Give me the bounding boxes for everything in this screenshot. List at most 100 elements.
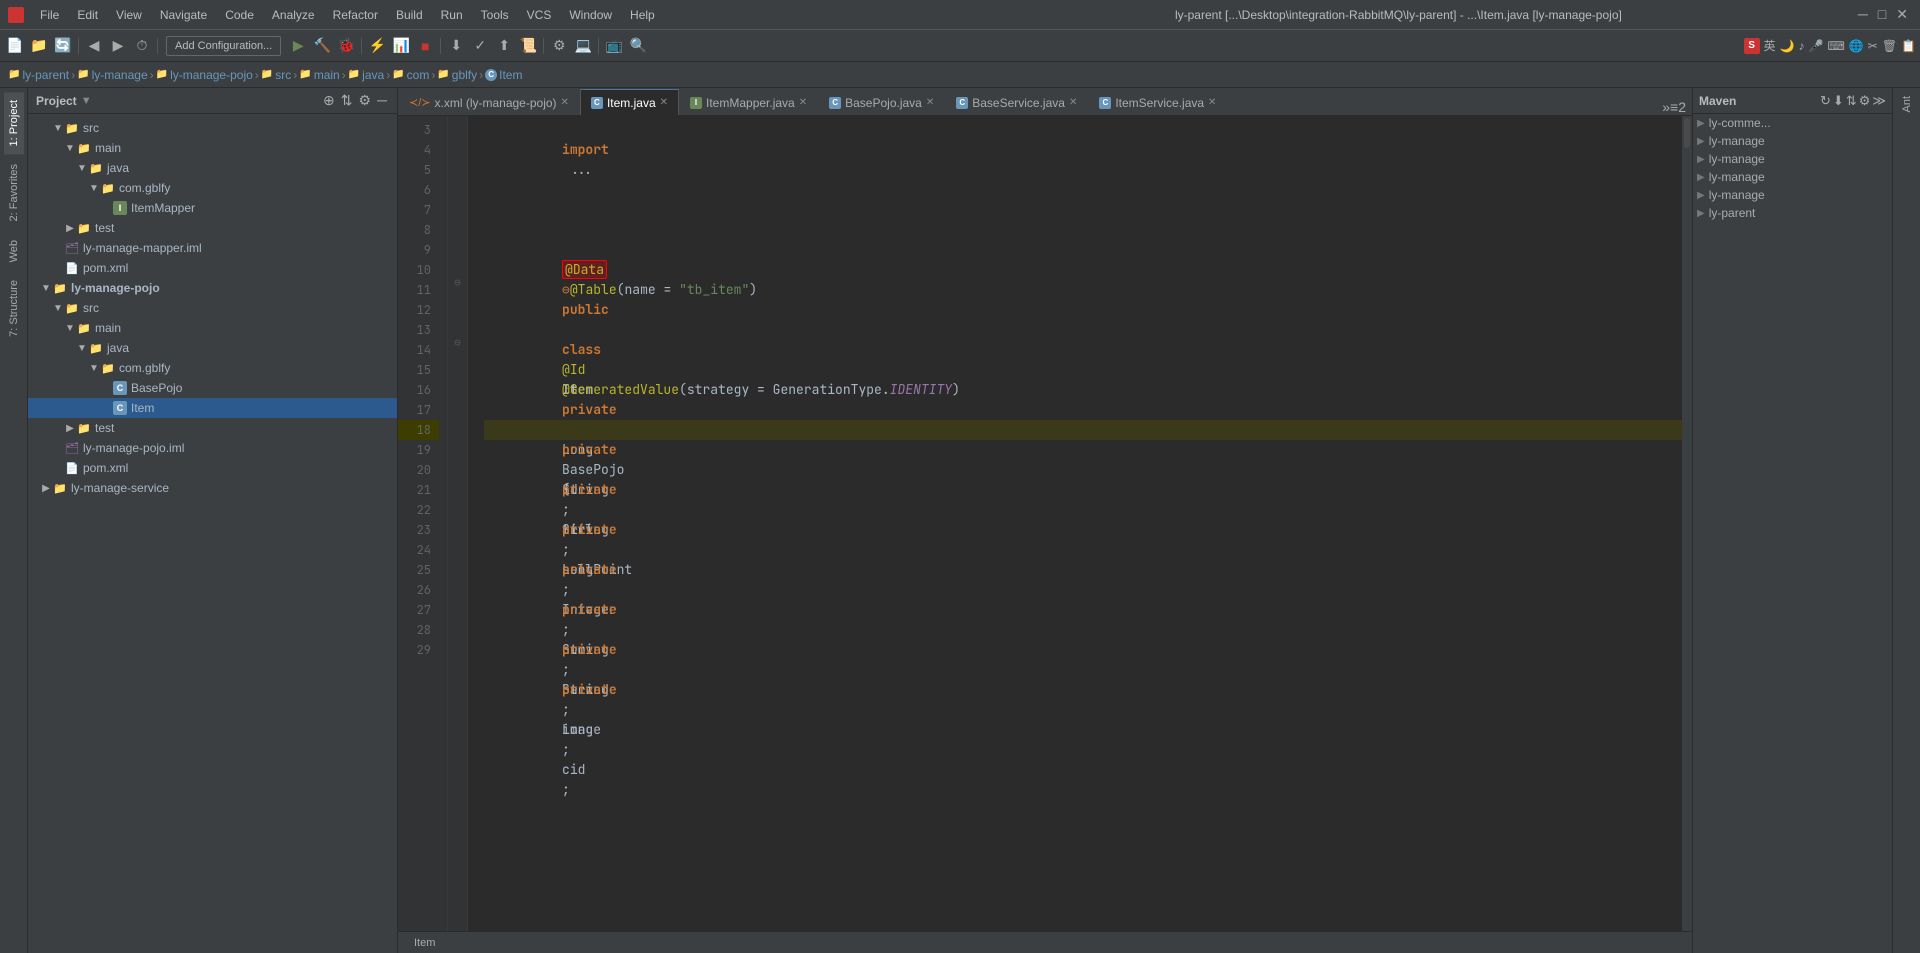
maven-more-icon[interactable]: ≫ bbox=[1872, 93, 1886, 109]
menu-tools[interactable]: Tools bbox=[473, 6, 517, 24]
breadcrumb-item-class[interactable]: C Item bbox=[485, 68, 522, 82]
sync-icon[interactable]: 🔄 bbox=[52, 35, 74, 57]
tab-itemmapper-close[interactable]: ✕ bbox=[799, 97, 807, 108]
editor-scrollbar[interactable] bbox=[1682, 116, 1692, 931]
tree-item-com-pojo[interactable]: ▼ 📁 com.gblfy bbox=[28, 358, 397, 378]
breadcrumb-ly-manage-pojo[interactable]: 📁 ly-manage-pojo bbox=[156, 68, 253, 82]
open-icon[interactable]: 📁 bbox=[28, 35, 50, 57]
maven-item-ly-manage-1[interactable]: ▶ ly-manage bbox=[1693, 132, 1892, 150]
tab-itemmapper[interactable]: I ItemMapper.java ✕ bbox=[679, 89, 818, 115]
tab-item-close[interactable]: ✕ bbox=[660, 97, 668, 108]
maximize-icon[interactable]: □ bbox=[1874, 6, 1890, 23]
maven-item-ly-manage-3[interactable]: ▶ ly-manage bbox=[1693, 168, 1892, 186]
maven-expand-icon[interactable]: ⇅ bbox=[1846, 93, 1857, 109]
panel-locate-icon[interactable]: ⊕ bbox=[321, 92, 337, 109]
run-config-icon[interactable]: 📺 bbox=[603, 35, 625, 57]
menu-analyze[interactable]: Analyze bbox=[264, 6, 323, 24]
breadcrumb-ly-manage[interactable]: 📁 ly-manage bbox=[77, 68, 147, 82]
back-icon[interactable]: ◀ bbox=[83, 35, 105, 57]
tree-item-java-pojo[interactable]: ▼ 📁 java bbox=[28, 338, 397, 358]
tree-item-src-pojo[interactable]: ▼ 📁 src bbox=[28, 298, 397, 318]
search-everywhere-icon[interactable]: 🔍 bbox=[627, 35, 649, 57]
coverage-icon[interactable]: 📊 bbox=[390, 35, 412, 57]
debug-icon[interactable]: 🐞 bbox=[335, 35, 357, 57]
menu-window[interactable]: Window bbox=[561, 6, 620, 24]
tree-item-main-mapper[interactable]: ▼ 📁 main bbox=[28, 138, 397, 158]
menu-bar[interactable]: File Edit View Navigate Code Analyze Ref… bbox=[32, 6, 943, 24]
tree-item-pojo-iml[interactable]: 🗂 ly-manage-pojo.iml bbox=[28, 438, 397, 458]
vcs-push-icon[interactable]: ⬆ bbox=[493, 35, 515, 57]
maven-settings-icon[interactable]: ⚙ bbox=[1859, 93, 1871, 109]
build-icon[interactable]: 🔨 bbox=[311, 35, 333, 57]
menu-file[interactable]: File bbox=[32, 6, 67, 24]
menu-view[interactable]: View bbox=[108, 6, 150, 24]
sidebar-tab-project[interactable]: 1: Project bbox=[4, 92, 24, 154]
tree-item-com-mapper[interactable]: ▼ 📁 com.gblfy bbox=[28, 178, 397, 198]
tree-item-java-mapper[interactable]: ▼ 📁 java bbox=[28, 158, 397, 178]
terminal-icon[interactable]: 💻 bbox=[572, 35, 594, 57]
tab-itemservice[interactable]: C ItemService.java ✕ bbox=[1088, 89, 1227, 115]
tab-basepojo-close[interactable]: ✕ bbox=[926, 97, 934, 108]
menu-run[interactable]: Run bbox=[433, 6, 471, 24]
window-controls[interactable]: ─ □ ✕ bbox=[1854, 6, 1912, 23]
add-configuration-button[interactable]: Add Configuration... bbox=[166, 36, 281, 56]
maven-item-ly-comme[interactable]: ▶ ly-comme... bbox=[1693, 114, 1892, 132]
breadcrumb-src[interactable]: 📁 src bbox=[261, 68, 291, 82]
tree-item-mapper-pom[interactable]: 📄 pom.xml bbox=[28, 258, 397, 278]
minimize-icon[interactable]: ─ bbox=[1854, 6, 1872, 23]
breadcrumb-java[interactable]: 📁 java bbox=[348, 68, 384, 82]
project-dropdown-icon[interactable]: ▼ bbox=[81, 95, 92, 107]
far-right-tab-ant[interactable]: Ant bbox=[1897, 88, 1917, 121]
code-content[interactable]: import ... @Data ⊖@Table(name = "tb_item… bbox=[468, 116, 1682, 931]
tab-baseservice-close[interactable]: ✕ bbox=[1069, 97, 1077, 108]
breadcrumb-gblfy[interactable]: 📁 gblfy bbox=[437, 68, 477, 82]
tree-item-mapper-iml[interactable]: 🗂 ly-manage-mapper.iml bbox=[28, 238, 397, 258]
breadcrumb-ly-parent[interactable]: 📁 ly-parent bbox=[8, 68, 69, 82]
close-icon[interactable]: ✕ bbox=[1892, 6, 1912, 23]
tree-item-ly-manage-service[interactable]: ▶ 📁 ly-manage-service bbox=[28, 478, 397, 498]
breadcrumb-com[interactable]: 📁 com bbox=[392, 68, 429, 82]
forward-icon[interactable]: ▶ bbox=[107, 35, 129, 57]
menu-edit[interactable]: Edit bbox=[69, 6, 106, 24]
tab-item-java[interactable]: C Item.java ✕ bbox=[580, 89, 679, 115]
menu-help[interactable]: Help bbox=[622, 6, 663, 24]
maven-download-icon[interactable]: ⬇ bbox=[1833, 93, 1844, 109]
tree-item-itemmapper[interactable]: I ItemMapper bbox=[28, 198, 397, 218]
maven-refresh-icon[interactable]: ↻ bbox=[1820, 93, 1831, 109]
maven-item-ly-manage-2[interactable]: ▶ ly-manage bbox=[1693, 150, 1892, 168]
sidebar-tab-structure[interactable]: 7: Structure bbox=[4, 272, 24, 345]
tree-item-test-mapper[interactable]: ▶ 📁 test bbox=[28, 218, 397, 238]
tree-item-item[interactable]: C Item bbox=[28, 398, 397, 418]
tree-item-basepojo[interactable]: C BasePojo bbox=[28, 378, 397, 398]
panel-minimize-icon[interactable]: ─ bbox=[375, 92, 389, 109]
vcs-commit-icon[interactable]: ✓ bbox=[469, 35, 491, 57]
maven-item-ly-parent[interactable]: ▶ ly-parent bbox=[1693, 204, 1892, 222]
tab-xml-close[interactable]: ✕ bbox=[561, 97, 569, 108]
panel-expand-icon[interactable]: ⇅ bbox=[339, 92, 355, 109]
tree-item-main-pojo[interactable]: ▼ 📁 main bbox=[28, 318, 397, 338]
tree-item-src-mapper[interactable]: ▼ 📁 src bbox=[28, 118, 397, 138]
panel-settings-icon[interactable]: ⚙ bbox=[357, 92, 374, 109]
tab-itemservice-close[interactable]: ✕ bbox=[1208, 97, 1216, 108]
run-icon[interactable]: ▶ bbox=[287, 35, 309, 57]
stop-icon[interactable]: ■ bbox=[414, 35, 436, 57]
menu-refactor[interactable]: Refactor bbox=[325, 6, 386, 24]
settings-icon[interactable]: ⚙ bbox=[548, 35, 570, 57]
menu-build[interactable]: Build bbox=[388, 6, 431, 24]
menu-navigate[interactable]: Navigate bbox=[152, 6, 215, 24]
maven-item-ly-manage-4[interactable]: ▶ ly-manage bbox=[1693, 186, 1892, 204]
vcs-history-icon[interactable]: 📜 bbox=[517, 35, 539, 57]
tab-basepojo[interactable]: C BasePojo.java ✕ bbox=[818, 89, 945, 115]
tab-xml[interactable]: ≺/≻ x.xml (ly-manage-pojo) ✕ bbox=[398, 89, 580, 115]
tab-overflow-button[interactable]: »≡2 bbox=[1656, 99, 1692, 115]
profile-icon[interactable]: ⚡ bbox=[366, 35, 388, 57]
tab-baseservice[interactable]: C BaseService.java ✕ bbox=[945, 89, 1088, 115]
menu-code[interactable]: Code bbox=[217, 6, 262, 24]
vcs-update-icon[interactable]: ⬇ bbox=[445, 35, 467, 57]
menu-vcs[interactable]: VCS bbox=[519, 6, 560, 24]
sidebar-tab-favorites[interactable]: 2: Favorites bbox=[4, 156, 24, 229]
tree-item-pojo-pom[interactable]: 📄 pom.xml bbox=[28, 458, 397, 478]
sidebar-tab-web[interactable]: Web bbox=[4, 232, 24, 270]
breadcrumb-main[interactable]: 📁 main bbox=[299, 68, 339, 82]
tree-item-ly-manage-pojo[interactable]: ▼ 📁 ly-manage-pojo bbox=[28, 278, 397, 298]
